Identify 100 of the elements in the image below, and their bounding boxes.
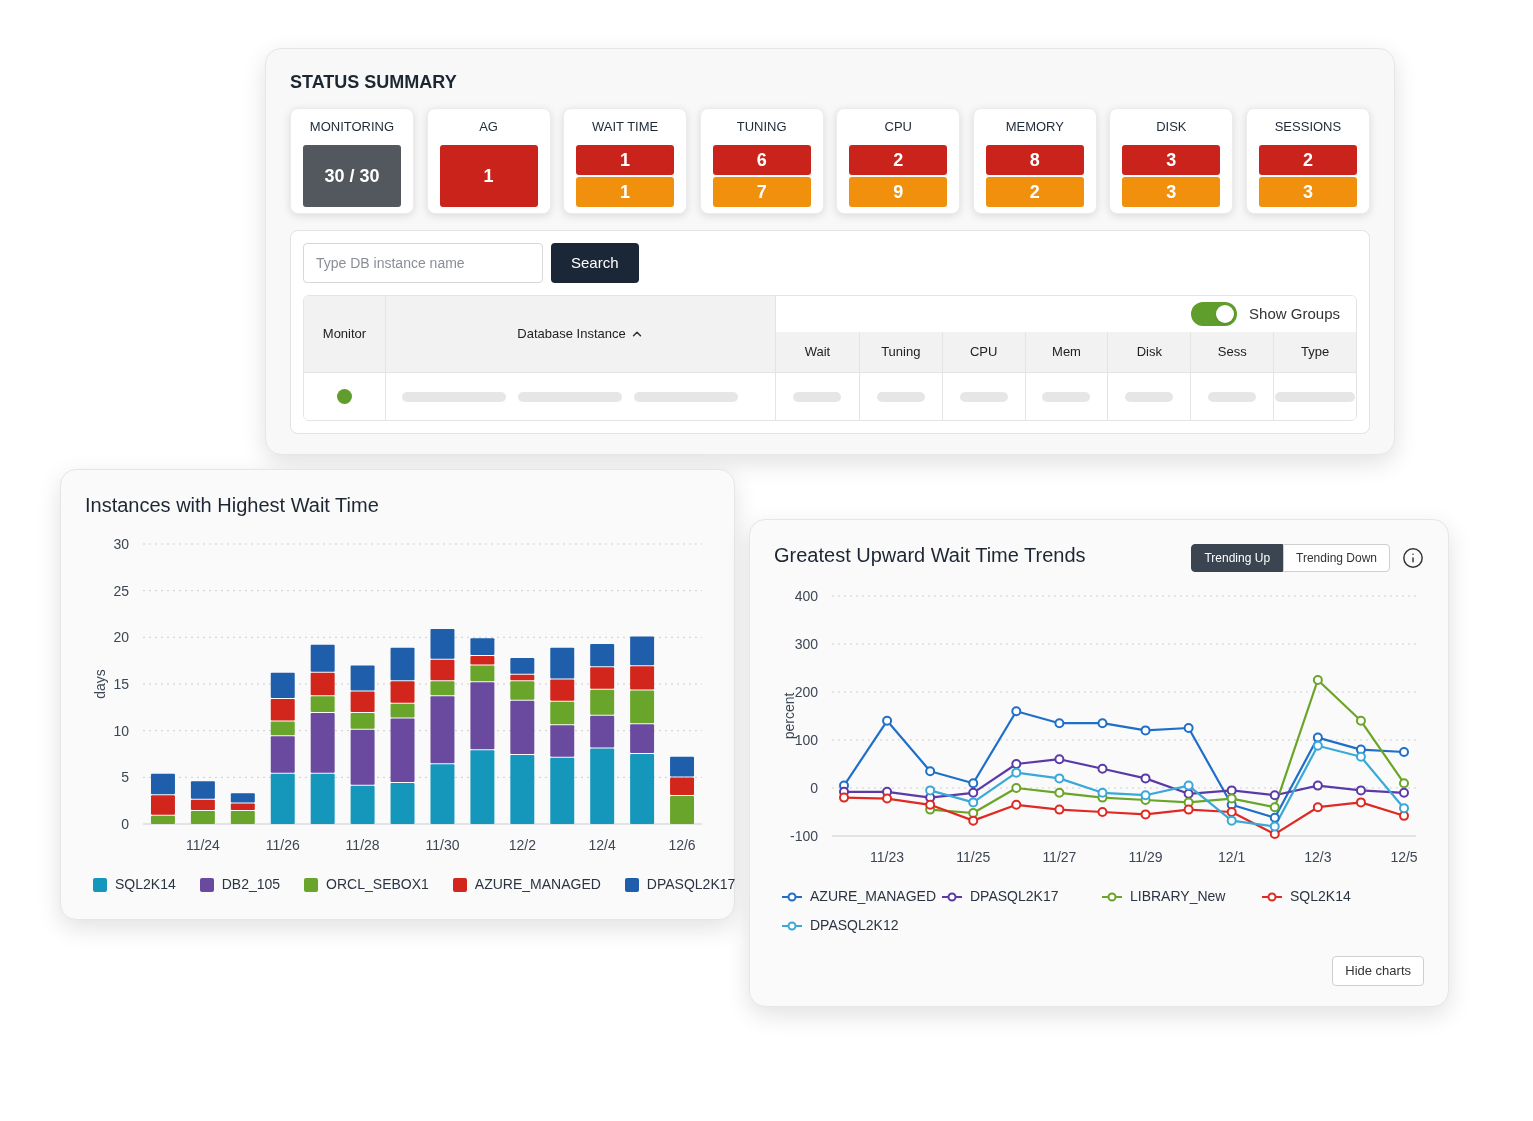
hide-charts-button[interactable]: Hide charts [1332, 956, 1424, 986]
axis-tick-label: 400 [794, 588, 818, 604]
data-point [1355, 797, 1366, 808]
data-point [1097, 787, 1108, 798]
legend-label[interactable]: SQL2K14 [1290, 886, 1351, 907]
search-button[interactable]: Search [551, 243, 639, 283]
alert-count[interactable]: 8 [985, 145, 1084, 175]
alert-count[interactable]: 6 [712, 145, 811, 175]
legend-label[interactable]: SQL2K14 [115, 874, 176, 895]
bar-segment [630, 690, 655, 724]
column-header[interactable]: Database Instance [386, 296, 776, 372]
data-point [1269, 790, 1280, 801]
bar-segment [590, 667, 615, 689]
data-point [1269, 802, 1280, 813]
skeleton-placeholder [1042, 391, 1091, 402]
axis-tick-label: 11/30 [425, 837, 460, 853]
toggle-label: Show Groups [1249, 303, 1340, 324]
data-point [1312, 675, 1323, 685]
alert-count[interactable]: 1 [439, 145, 538, 207]
data-point [1312, 802, 1323, 813]
data-point [1226, 815, 1237, 826]
legend-label[interactable]: LIBRARY_New [1130, 886, 1226, 907]
segment-tab[interactable]: Trending Up [1191, 544, 1284, 572]
data-point [1226, 793, 1237, 804]
data-point [968, 807, 979, 818]
panel-title: STATUS SUMMARY [290, 71, 458, 94]
data-point [925, 785, 936, 796]
chart-title: Instances with Highest Wait Time [85, 493, 380, 518]
data-point [882, 793, 893, 804]
data-point [925, 799, 936, 810]
data-point [968, 778, 979, 789]
data-point [1011, 706, 1022, 717]
alert-count[interactable]: 1 [576, 145, 675, 175]
bar-segment [230, 793, 255, 803]
bar-segment [190, 811, 215, 824]
data-point [1399, 778, 1409, 789]
axis-tick-label: 12/2 [508, 837, 536, 853]
alert-count[interactable]: 2 [1258, 145, 1357, 175]
skeleton-placeholder [1125, 391, 1174, 402]
data-point [1054, 787, 1065, 798]
legend-label[interactable]: DB2_105 [221, 874, 281, 895]
bar-segment [151, 773, 175, 795]
bar-segment [310, 773, 335, 824]
tile-label: SESSIONS [1274, 118, 1342, 136]
info-icon[interactable] [1402, 547, 1424, 569]
column-header[interactable]: Monitor [304, 296, 386, 372]
axis-tick-label: 12/4 [588, 837, 616, 853]
data-point [1312, 740, 1323, 751]
data-point [1226, 785, 1237, 796]
axis-tick-label: 12/3 [1304, 849, 1332, 865]
legend-label[interactable]: AZURE_MANAGED [474, 874, 601, 895]
data-point [1399, 787, 1409, 798]
bar-segment [350, 665, 375, 691]
data-point [1183, 804, 1194, 815]
axis-tick-label: 11/23 [870, 849, 905, 865]
data-point [1011, 767, 1022, 778]
legend-label[interactable]: AZURE_MANAGED [810, 886, 937, 907]
data-point [1226, 807, 1237, 817]
data-point [1054, 718, 1065, 729]
legend-label[interactable]: DPASQL2K12 [810, 915, 899, 936]
data-point [1054, 754, 1065, 765]
data-point [1011, 759, 1022, 769]
data-point [925, 766, 936, 777]
column-header[interactable]: Wait [776, 332, 859, 372]
search-field[interactable]: Type DB instance name [303, 243, 543, 283]
data-point [1399, 747, 1409, 757]
legend-label[interactable]: ORCL_SEBOX1 [326, 874, 429, 895]
legend-label[interactable]: DPASQL2K17 [646, 874, 736, 895]
segment-tab[interactable]: Trending Down [1283, 544, 1390, 572]
axis-tick-label: 12/6 [668, 837, 696, 853]
data-point [968, 815, 979, 826]
axis-tick-label: 11/25 [956, 849, 991, 865]
skeleton-placeholder [793, 391, 842, 402]
bar-segment [630, 636, 655, 666]
axis-tick-label: 300 [794, 636, 818, 652]
toggle-switch[interactable] [1191, 302, 1238, 326]
bar-segment [430, 764, 455, 824]
data-point [1011, 783, 1022, 793]
data-point [1054, 773, 1065, 784]
axis-tick-label: 15 [113, 676, 129, 692]
legend-label[interactable]: DPASQL2K17 [970, 886, 1059, 907]
tile-label: WAIT TIME [592, 118, 659, 136]
bar-segment [510, 755, 535, 824]
alert-count[interactable]: 30 / 30 [303, 145, 401, 207]
alert-count[interactable]: 2 [849, 145, 948, 175]
bar-segment [270, 773, 295, 824]
data-point [968, 797, 979, 808]
data-point [1140, 809, 1151, 820]
tile-label: DISK [1156, 118, 1187, 136]
tile-label: MEMORY [1005, 118, 1064, 136]
data-point [1355, 715, 1366, 726]
axis-tick-label: 20 [113, 629, 129, 646]
axis-tick-label: 11/29 [1128, 849, 1163, 865]
alert-count[interactable]: 3 [1122, 145, 1221, 175]
data-point [1269, 829, 1280, 840]
tile-label: TUNING [736, 118, 787, 136]
skeleton-placeholder [876, 391, 925, 402]
axis-tick-label: 12/5 [1390, 849, 1418, 865]
tile-label: MONITORING [309, 118, 395, 136]
data-point [1183, 723, 1194, 733]
